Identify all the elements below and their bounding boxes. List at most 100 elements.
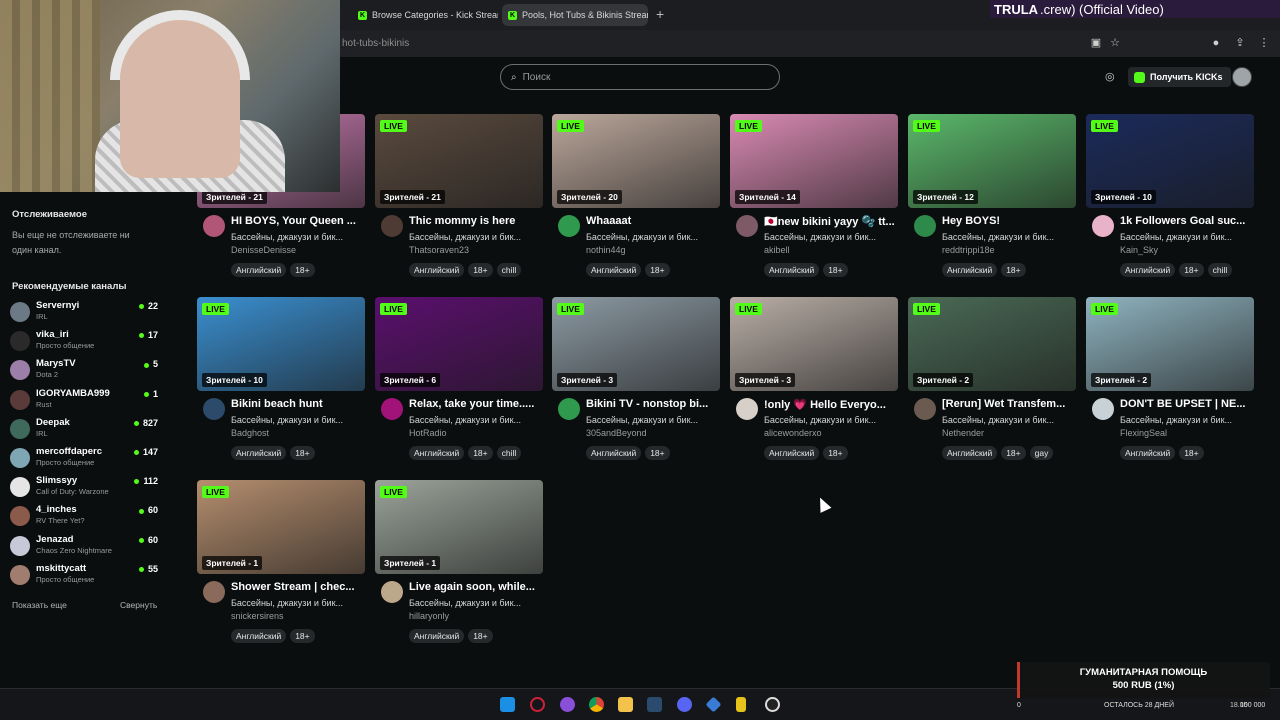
streamer-name[interactable]: Nethender [942, 428, 984, 438]
stream-tag[interactable]: Английский [586, 446, 642, 460]
streamer-avatar[interactable] [558, 398, 580, 420]
streamer-name[interactable]: akibell [764, 245, 790, 255]
streamer-avatar[interactable] [914, 215, 936, 237]
address-bar[interactable]: hot-tubs-bikinis [342, 38, 409, 49]
stream-tag[interactable]: 18+ [645, 446, 670, 460]
stream-card[interactable]: LIVE Зрителей - 2 [Rerun] Wet Transfem... Б… [908, 297, 1076, 475]
sidebar-channel[interactable]: Slimssyy Call of Duty: Warzone 112 [10, 475, 162, 504]
stream-category[interactable]: Бассейны, джакузи и бик... [409, 415, 543, 425]
streamer-avatar[interactable] [381, 398, 403, 420]
new-tab-icon[interactable]: + [656, 6, 664, 22]
stream-card[interactable]: LIVE Зрителей - 1 Shower Stream | chec... Б… [197, 480, 365, 658]
stream-thumbnail[interactable]: LIVE Зрителей - 3 [730, 297, 898, 391]
stream-title[interactable]: Whaaaat [586, 215, 720, 227]
stream-card[interactable]: LIVE Зрителей - 10 1k Followers Goal suc..… [1086, 114, 1254, 292]
stream-title[interactable]: !only 💗 Hello Everyo... [764, 398, 898, 411]
stream-category[interactable]: Бассейны, джакузи и бик... [764, 232, 898, 242]
stream-card[interactable]: LIVE Зрителей - 3 !only 💗 Hello Everyo... Б… [730, 297, 898, 475]
stream-category[interactable]: Бассейны, джакузи и бик... [764, 415, 898, 425]
streamer-name[interactable]: DenisseDenisse [231, 245, 296, 255]
chrome-icon[interactable] [589, 697, 604, 712]
stream-thumbnail[interactable]: LIVE Зрителей - 1 [375, 480, 543, 574]
search-input[interactable] [522, 71, 753, 83]
stream-title[interactable]: Relax, take your time..... [409, 398, 543, 410]
stream-title[interactable]: [Rerun] Wet Transfem... [942, 398, 1076, 410]
firefox-icon[interactable] [560, 697, 575, 712]
stream-card[interactable]: LIVE Зрителей - 2 DON'T BE UPSET | NE... Ба… [1086, 297, 1254, 475]
stream-tag[interactable]: Английский [586, 263, 642, 277]
stream-tag[interactable]: Английский [409, 263, 465, 277]
streamer-avatar[interactable] [381, 581, 403, 603]
stream-tag[interactable]: 18+ [290, 263, 315, 277]
search-box[interactable]: ⌕ [500, 64, 780, 90]
stream-title[interactable]: Thic mommy is here [409, 215, 543, 227]
stream-tag[interactable]: 18+ [468, 446, 493, 460]
extension-icon[interactable]: ● [1209, 36, 1223, 50]
stream-tag[interactable]: Английский [231, 446, 287, 460]
stream-thumbnail[interactable]: LIVE Зрителей - 2 [908, 297, 1076, 391]
discord-icon[interactable] [677, 697, 692, 712]
stream-tag[interactable]: 18+ [823, 446, 848, 460]
stream-category[interactable]: Бассейны, джакузи и бик... [1120, 415, 1254, 425]
stream-tag[interactable]: 18+ [1179, 263, 1204, 277]
share-icon[interactable]: ⇪ [1233, 36, 1247, 50]
streamer-avatar[interactable] [1092, 215, 1114, 237]
stream-title[interactable]: Shower Stream | chec... [231, 581, 365, 593]
tab-pools-hot-tubs[interactable]: K Pools, Hot Tubs & Bikinis Stream ✕ [502, 4, 648, 26]
stream-tag[interactable]: Английский [942, 263, 998, 277]
stream-thumbnail[interactable]: LIVE Зрителей - 1 [197, 480, 365, 574]
sidebar-channel[interactable]: Servernyi IRL 22 [10, 300, 162, 329]
stream-tag[interactable]: chill [496, 263, 522, 277]
streamer-avatar[interactable] [203, 398, 225, 420]
stream-tag[interactable]: chill [496, 446, 522, 460]
stream-title[interactable]: Live again soon, while... [409, 581, 543, 593]
stream-thumbnail[interactable]: LIVE Зрителей - 10 [1086, 114, 1254, 208]
stream-title[interactable]: Hey BOYS! [942, 215, 1076, 227]
gift-icon[interactable]: ◎ [1105, 70, 1115, 83]
streamer-name[interactable]: nothin44g [586, 245, 626, 255]
sidebar-channel[interactable]: MarysTV Dota 2 5 [10, 358, 162, 387]
opera-icon[interactable] [530, 697, 545, 712]
stream-tag[interactable]: Английский [942, 446, 998, 460]
streamer-avatar[interactable] [1092, 398, 1114, 420]
stream-category[interactable]: Бассейны, джакузи и бик... [942, 415, 1076, 425]
streamer-avatar[interactable] [736, 215, 758, 237]
sidebar-channel[interactable]: vika_iri Просто общение 17 [10, 329, 162, 358]
stream-category[interactable]: Бассейны, джакузи и бик... [231, 598, 365, 608]
stream-tag[interactable]: Английский [409, 446, 465, 460]
streamer-name[interactable]: Thatsoraven23 [409, 245, 469, 255]
stream-category[interactable]: Бассейны, джакузи и бик... [231, 232, 365, 242]
stream-title[interactable]: DON'T BE UPSET | NE... [1120, 398, 1254, 410]
stream-card[interactable]: LIVE Зрителей - 14 🇯🇵new bikini yayy 🫧 tt.… [730, 114, 898, 292]
stream-thumbnail[interactable]: LIVE Зрителей - 3 [552, 297, 720, 391]
stream-tag[interactable]: 18+ [1001, 446, 1026, 460]
stream-category[interactable]: Бассейны, джакузи и бик... [1120, 232, 1254, 242]
stream-title[interactable]: 🇯🇵new bikini yayy 🫧 tt... [764, 215, 898, 228]
stream-title[interactable]: HI BOYS, Your Queen ... [231, 215, 365, 227]
sidebar-channel[interactable]: Jenazad Chaos Zero Nightmare 60 [10, 534, 162, 563]
folder-icon[interactable] [618, 697, 633, 712]
stream-category[interactable]: Бассейны, джакузи и бик... [231, 415, 365, 425]
stream-tag[interactable]: 18+ [290, 446, 315, 460]
stream-tag[interactable]: Английский [764, 446, 820, 460]
stream-tag[interactable]: 18+ [290, 629, 315, 643]
stream-card[interactable]: LIVE Зрителей - 12 Hey BOYS! Бассейны, джак… [908, 114, 1076, 292]
stream-tag[interactable]: chill [1207, 263, 1233, 277]
streamer-avatar[interactable] [558, 215, 580, 237]
stream-thumbnail[interactable]: LIVE Зрителей - 2 [1086, 297, 1254, 391]
stream-thumbnail[interactable]: LIVE Зрителей - 12 [908, 114, 1076, 208]
streamer-avatar[interactable] [203, 215, 225, 237]
stream-category[interactable]: Бассейны, джакузи и бик... [942, 232, 1076, 242]
stream-category[interactable]: Бассейны, джакузи и бик... [586, 232, 720, 242]
stream-tag[interactable]: Английский [409, 629, 465, 643]
collapse-link[interactable]: Свернуть [120, 600, 157, 610]
sidebar-channel[interactable]: IGORYAMBA999 Rust 1 [10, 388, 162, 417]
streamer-avatar[interactable] [381, 215, 403, 237]
streamer-avatar[interactable] [914, 398, 936, 420]
streamer-name[interactable]: Kain_Sky [1120, 245, 1158, 255]
stream-thumbnail[interactable]: LIVE Зрителей - 10 [197, 297, 365, 391]
menu-dots-icon[interactable]: ⋮ [1257, 36, 1271, 50]
sidebar-channel[interactable]: mskittycatt Просто общение 55 [10, 563, 162, 592]
sidebar-channel[interactable]: mercoffdaperc Просто общение 147 [10, 446, 162, 475]
stream-thumbnail[interactable]: LIVE Зрителей - 21 [375, 114, 543, 208]
